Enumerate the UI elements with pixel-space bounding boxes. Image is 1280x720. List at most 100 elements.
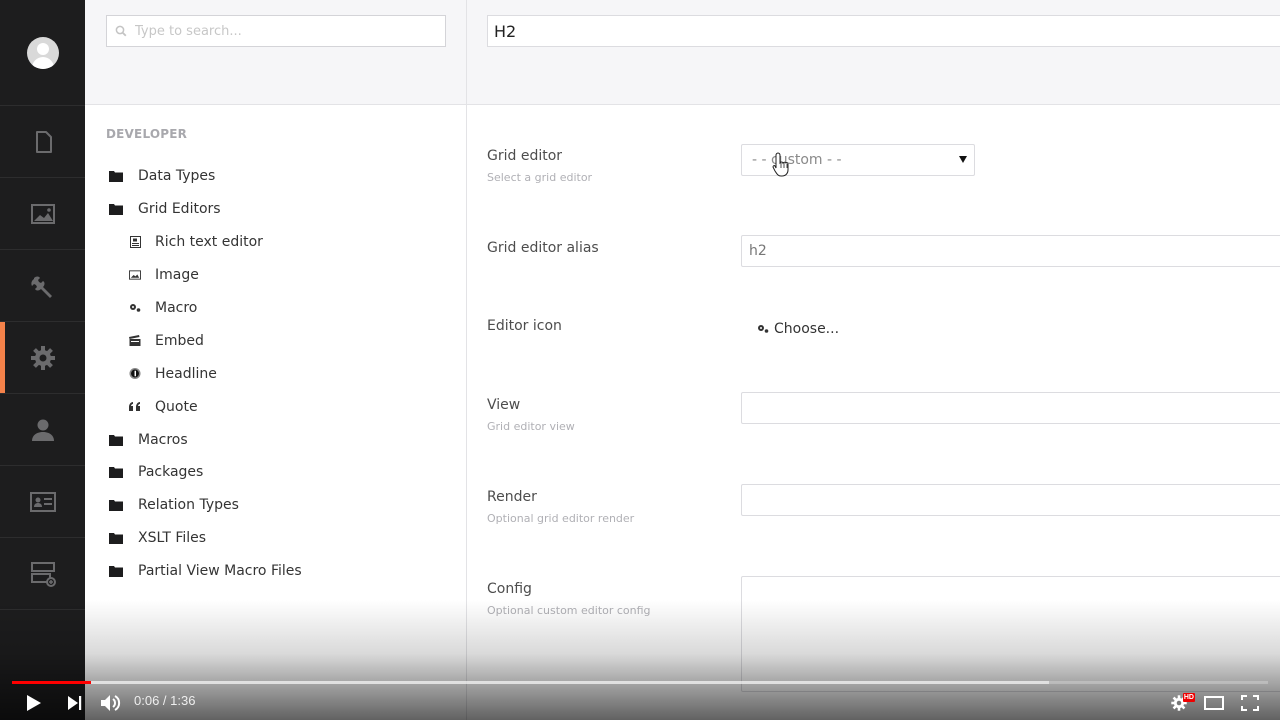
folder-icon [109, 433, 123, 447]
video-progress-bar[interactable] [12, 681, 1268, 684]
tree-item-label: XSLT Files [138, 530, 207, 547]
play-button[interactable] [22, 690, 46, 716]
tree-item-label: Relation Types [138, 497, 239, 514]
avatar[interactable] [26, 36, 59, 69]
tree-item-packages[interactable]: Packages [85, 456, 466, 489]
field-view: View Grid editor view [487, 392, 1280, 433]
tree-item-label: Macros [138, 431, 188, 448]
search-input[interactable] [135, 23, 445, 39]
tree-item-rich-text-editor[interactable]: Rich text editor [85, 226, 466, 259]
user-icon [31, 419, 54, 441]
name-input[interactable] [487, 15, 1280, 47]
select-value: - - custom - - [752, 152, 842, 168]
form-add-icon [30, 561, 56, 587]
editor-panel: Grid editor Select a grid editor - - cus… [467, 0, 1280, 720]
play-icon [27, 695, 41, 711]
tree-item-headline[interactable]: Headline [85, 357, 466, 390]
tree-panel: DEVELOPER Data Types Grid Editors Rich t… [85, 0, 467, 720]
headline-icon [129, 367, 141, 381]
tree-item-label: Rich text editor [155, 234, 263, 251]
config-textarea[interactable] [741, 576, 1280, 692]
time-display: 0:06 / 1:36 [134, 693, 196, 708]
app-nav [0, 0, 85, 720]
movie-icon [129, 334, 141, 348]
gear-icon [30, 345, 55, 370]
tree-item-macro[interactable]: Macro [85, 292, 466, 325]
folder-icon [109, 202, 123, 216]
tree-item-label: Embed [155, 332, 204, 349]
folder-icon [109, 564, 123, 578]
theater-mode-button[interactable] [1202, 690, 1226, 716]
volume-icon [101, 695, 121, 711]
field-grid-editor: Grid editor Select a grid editor - - cus… [487, 144, 1280, 184]
tree-item-relation-types[interactable]: Relation Types [85, 489, 466, 522]
tree-item-data-types[interactable]: Data Types [85, 160, 466, 193]
tree-item-macros[interactable]: Macros [85, 423, 466, 456]
fullscreen-button[interactable] [1238, 690, 1262, 716]
wrench-icon [30, 276, 52, 298]
avatar-cell[interactable] [0, 0, 85, 106]
tree-section-title: DEVELOPER [106, 127, 188, 141]
nav-item-developer[interactable] [0, 322, 85, 394]
rich-text-icon [129, 235, 141, 249]
document-icon [35, 130, 52, 153]
tree-item-xslt-files[interactable]: XSLT Files [85, 522, 466, 555]
tree-list: Data Types Grid Editors Rich text editor… [85, 160, 466, 588]
folder-icon [109, 531, 123, 545]
field-label: Editor icon [487, 318, 562, 334]
nav-item-forms[interactable] [0, 538, 85, 610]
tree-item-label: Grid Editors [138, 201, 221, 218]
nav-item-media[interactable] [0, 178, 85, 250]
tree-item-label: Macro [155, 300, 198, 316]
quote-icon [129, 400, 141, 414]
choose-label: Choose... [774, 321, 840, 337]
field-grid-editor-alias: Grid editor alias [487, 235, 1280, 267]
tree-header [85, 0, 466, 105]
tree-item-image[interactable]: Image [85, 259, 466, 292]
tree-item-label: Image [155, 267, 199, 284]
image-icon [30, 203, 55, 224]
render-input[interactable] [741, 484, 1280, 516]
search-icon [115, 25, 127, 37]
settings-button[interactable]: HD [1168, 690, 1195, 716]
played-bar [12, 681, 91, 684]
buffered-bar [12, 681, 1050, 684]
tree-item-quote[interactable]: Quote [85, 390, 466, 423]
tree-item-label: Headline [155, 365, 217, 382]
id-card-icon [29, 491, 56, 512]
image-icon [129, 268, 141, 282]
field-config: Config Optional custom editor config [487, 576, 1280, 692]
settings-alt-icon [758, 325, 769, 333]
tree-search[interactable] [106, 15, 446, 47]
alias-input[interactable] [741, 235, 1280, 267]
editor-header [467, 0, 1280, 105]
field-editor-icon: Editor icon Choose... [487, 318, 1280, 337]
hand-cursor-icon [772, 152, 789, 177]
tree-item-embed[interactable]: Embed [85, 324, 466, 357]
theater-mode-icon [1204, 696, 1224, 710]
settings-alt-icon [129, 301, 141, 315]
skip-next-icon [68, 696, 82, 710]
tree-item-label: Data Types [138, 168, 216, 185]
tree-item-label: Quote [155, 398, 198, 415]
folder-icon [109, 465, 123, 479]
choose-icon-button[interactable]: Choose... [741, 321, 839, 337]
tree-item-grid-editors[interactable]: Grid Editors [85, 193, 466, 226]
player-controls: 0:06 / 1:36 HD [0, 686, 1280, 720]
tree-item-label: Partial View Macro Files [138, 563, 302, 580]
volume-button[interactable] [99, 690, 123, 716]
nav-item-users[interactable] [0, 394, 85, 466]
nav-item-content[interactable] [0, 106, 85, 178]
field-render: Render Optional grid editor render [487, 484, 1280, 525]
folder-icon [109, 498, 123, 512]
tree-item-label: Packages [138, 464, 204, 481]
view-input[interactable] [741, 392, 1280, 424]
fullscreen-icon [1241, 695, 1259, 711]
hd-badge: HD [1182, 693, 1195, 702]
nav-item-members[interactable] [0, 466, 85, 538]
next-button[interactable] [64, 690, 86, 716]
caret-down-icon [959, 156, 967, 163]
nav-item-settings[interactable] [0, 250, 85, 322]
folder-icon [109, 169, 123, 183]
tree-item-partial-view-macro-files[interactable]: Partial View Macro Files [85, 555, 466, 588]
